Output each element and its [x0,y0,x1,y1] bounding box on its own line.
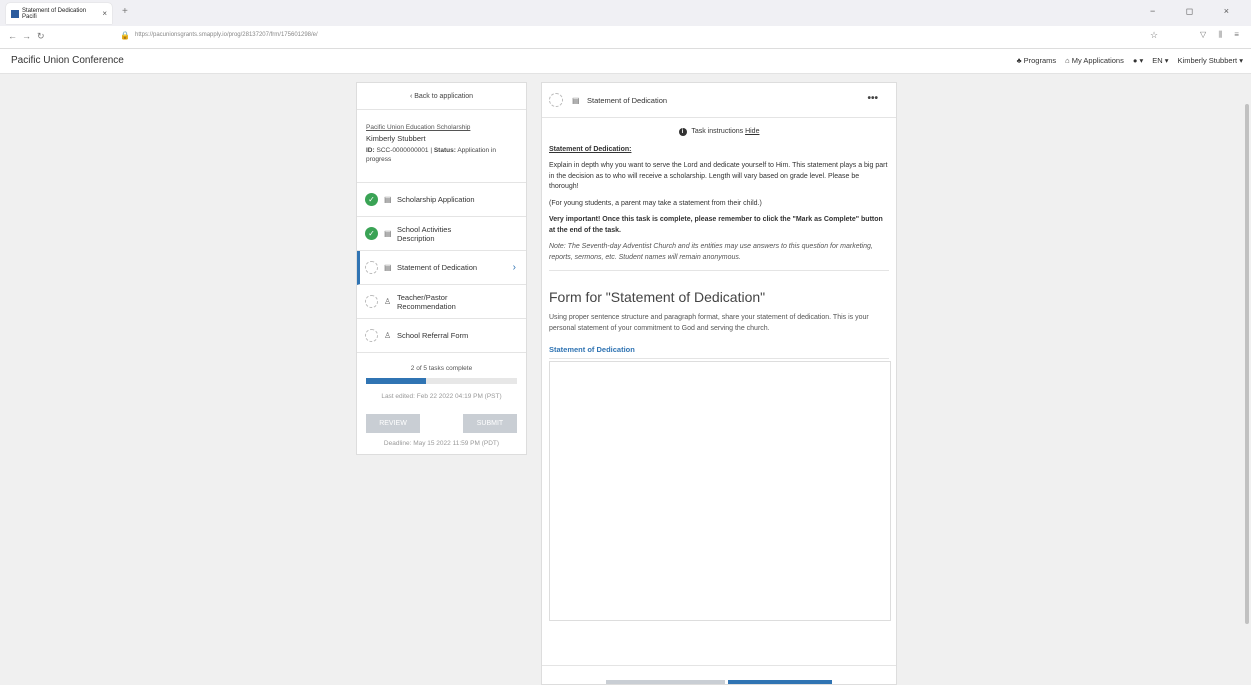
back-arrow-icon[interactable]: ← [8,31,17,41]
window-controls[interactable]: − ◻ × [1150,6,1243,17]
language-menu[interactable]: EN ▾ [1152,56,1168,65]
task-school-activities-description[interactable]: ✓ ▤ School Activities Description [357,217,526,251]
document-icon: ▤ [572,95,580,105]
address-bar[interactable]: https://pacunionsgrants.smapply.io/prog/… [135,32,318,38]
chevron-right-icon: › [512,262,516,273]
reload-icon[interactable]: ↻ [37,31,45,42]
instructions-important: Very important! Once this task is comple… [549,216,883,234]
document-icon: ▤ [384,195,392,204]
task-teacher-pastor-recommendation[interactable]: ♙ Teacher/Pastor Recommendation [357,285,526,319]
browser-tab-title: Statement of Dedication Pacifi [22,7,87,20]
progress-text: 2 of 5 tasks complete [410,365,473,372]
application-info: Pacific Union Education Scholarship Kimb… [357,110,526,183]
task-statement-of-dedication[interactable]: ▤ Statement of Dedication › [357,251,526,285]
progress-bar [366,378,517,384]
home-icon: ⌂ [1065,56,1072,65]
task-label: Scholarship Application [397,195,475,204]
id-value: SCC-0000000001 [376,147,429,154]
help-caret: ▾ [1139,56,1144,65]
browser-nav-bar: ← → ↻ 🔒 https://pacunionsgrants.smapply.… [0,26,1251,49]
back-label: Back to application [414,92,474,100]
task-label: School Activities Description [397,224,452,243]
program-name-link[interactable]: Pacific Union Education Scholarship [366,124,517,131]
incomplete-circle-icon [549,93,563,107]
form-title: Form for "Statement of Dedication" [549,289,766,305]
instructions-title: Statement of Dedication: [549,145,632,153]
brand-name[interactable]: Pacific Union Conference [11,55,124,66]
submit-button[interactable]: SUBMIT [463,414,517,433]
progress-bar-fill [366,378,427,384]
applicant-name: Kimberly Stubbert [366,134,426,143]
incomplete-circle-icon [365,295,378,308]
check-icon: ✓ [365,227,378,240]
hide-instructions-link[interactable]: Hide [745,128,759,135]
my-applications-label: My Applications [1071,56,1124,65]
document-icon: ▤ [384,229,392,238]
progress-section: 2 of 5 tasks complete Last edited: Feb 2… [357,353,526,447]
status-label: Status: [433,147,456,154]
help-menu[interactable]: ● ▾ [1133,56,1143,65]
instructions-note: Note: The Seventh-day Adventist Church a… [549,243,873,261]
task-instructions: i Task instructions Hide Statement of De… [542,118,896,263]
forward-arrow-icon[interactable]: → [22,31,31,41]
programs-label: Programs [1023,56,1057,65]
browser-tab-bar: Statement of Dedication Pacifi × + − ◻ × [0,0,1251,26]
programs-icon: ♣ [1016,56,1024,65]
field-label: Statement of Dedication [549,345,889,359]
my-applications-link[interactable]: ⌂ My Applications [1065,56,1124,65]
task-label: School Referral Form [397,331,469,340]
statement-textarea[interactable] [549,361,891,621]
form-description: Using proper sentence structure and para… [549,314,869,332]
scrollbar-thumb[interactable] [1245,104,1249,624]
dedication-form: Form for "Statement of Dedication" Using… [542,271,896,621]
task-header: ▤ Statement of Dedication ••• [542,83,896,118]
save-button[interactable] [606,680,725,684]
browser-tab[interactable]: Statement of Dedication Pacifi × [6,3,112,24]
back-to-application-link[interactable]: ‹ Back to application [357,83,526,110]
task-label: Statement of Dedication [397,263,478,272]
user-menu[interactable]: Kimberly Stubbert ▾ [1178,56,1243,65]
programs-link[interactable]: ♣ Programs [1017,56,1057,65]
check-icon: ✓ [365,193,378,206]
last-edited: Last edited: Feb 22 2022 04:19 PM (PST) [381,393,502,400]
task-label: Teacher/Pastor Recommendation [397,292,456,311]
deadline: Deadline: May 15 2022 11:59 PM (PDT) [383,440,500,447]
application-sidebar: ‹ Back to application Pacific Union Educ… [356,82,527,455]
action-buttons: REVIEW SUBMIT [357,414,526,433]
bookmark-star-icon[interactable]: ☆ [1150,30,1158,41]
more-options-icon[interactable]: ••• [867,93,878,104]
instructions-parent-note: (For young students, a parent may take a… [549,199,762,207]
info-icon: i [678,128,687,136]
application-meta: ID: SCC-0000000001 | Status: Application… [366,147,496,163]
incomplete-circle-icon [365,329,378,342]
new-tab-button[interactable]: + [122,6,128,17]
task-panel: ▤ Statement of Dedication ••• i Task ins… [541,82,897,685]
close-tab-icon[interactable]: × [102,9,107,18]
instructions-paragraph: Explain in depth why you want to serve t… [549,162,888,190]
lock-icon: 🔒 [120,31,130,40]
top-navigation: ♣ Programs ⌂ My Applications ● ▾ EN ▾ Ki… [1017,56,1243,65]
thumbs-up-icon: ♙ [384,297,392,306]
site-header: Pacific Union Conference ♣ Programs ⌂ My… [0,49,1251,74]
footer-divider [542,665,896,666]
task-scholarship-application[interactable]: ✓ ▤ Scholarship Application [357,183,526,217]
document-icon: ▤ [384,263,392,272]
task-title: Statement of Dedication [587,95,668,105]
instructions-toggle: i Task instructions Hide [549,127,889,138]
mark-complete-button[interactable] [728,680,832,684]
page-scrollbar[interactable] [1243,74,1251,683]
id-label: ID: [366,147,375,154]
incomplete-circle-icon [365,261,378,274]
instructions-toggle-label: Task instructions [691,128,744,135]
task-school-referral-form[interactable]: ♙ School Referral Form [357,319,526,353]
favicon-icon [11,9,19,18]
browser-toolbar-icons[interactable]: ▽ ⫼ ≡ [1200,30,1244,40]
review-button[interactable]: REVIEW [366,414,420,433]
thumbs-up-icon: ♙ [384,331,392,340]
